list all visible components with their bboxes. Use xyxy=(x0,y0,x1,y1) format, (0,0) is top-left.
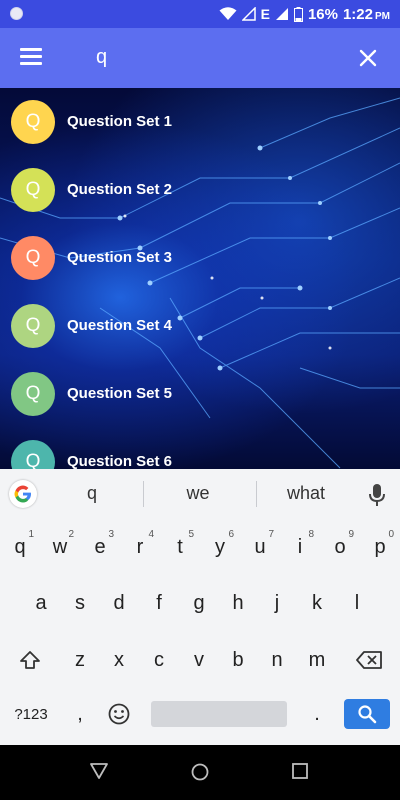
emoji-icon xyxy=(108,703,130,725)
key-s[interactable]: s xyxy=(62,581,98,625)
key-b[interactable]: b xyxy=(220,638,256,682)
key-t[interactable]: t5 xyxy=(162,525,198,569)
key-c[interactable]: c xyxy=(141,638,177,682)
key-d[interactable]: d xyxy=(101,581,137,625)
key-o[interactable]: o9 xyxy=(322,525,358,569)
status-icons: E 16% 1:22 PM xyxy=(219,5,390,23)
list-item-label: Question Set 5 xyxy=(67,385,173,402)
question-set-list: Q Question Set 1 Q Question Set 2 Q Ques… xyxy=(0,88,400,469)
menu-icon[interactable] xyxy=(20,48,42,68)
back-icon[interactable] xyxy=(90,763,108,779)
google-icon[interactable] xyxy=(9,480,37,508)
search-input[interactable]: q xyxy=(96,46,107,69)
shift-key[interactable] xyxy=(12,638,48,682)
key-k[interactable]: k xyxy=(299,581,335,625)
microphone-icon[interactable] xyxy=(368,483,386,507)
key-r[interactable]: r4 xyxy=(122,525,158,569)
battery-icon xyxy=(293,6,303,22)
key-w[interactable]: w2 xyxy=(42,525,78,569)
key-j[interactable]: j xyxy=(259,581,295,625)
avatar: Q xyxy=(11,236,55,280)
search-icon xyxy=(358,705,377,724)
key-y[interactable]: y6 xyxy=(202,525,238,569)
list-item[interactable]: Q Question Set 4 xyxy=(0,292,400,360)
notification-icon xyxy=(10,7,23,20)
suggestion-strip: q we what xyxy=(0,469,400,520)
backspace-icon xyxy=(356,651,382,669)
status-bar: E 16% 1:22 PM xyxy=(0,0,400,28)
clock: 1:22 xyxy=(342,5,373,23)
list-item-label: Question Set 6 xyxy=(67,453,173,469)
key-a[interactable]: a xyxy=(23,581,59,625)
avatar: Q xyxy=(11,440,55,469)
avatar: Q xyxy=(11,372,55,416)
wifi-icon xyxy=(219,7,237,20)
list-item-label: Question Set 4 xyxy=(67,317,173,334)
emoji-key[interactable] xyxy=(101,692,137,736)
home-icon[interactable] xyxy=(191,763,209,781)
avatar: Q xyxy=(11,100,55,144)
key-q[interactable]: q1 xyxy=(2,525,38,569)
suggestion-divider xyxy=(143,481,144,507)
key-m[interactable]: m xyxy=(299,638,335,682)
space-key[interactable] xyxy=(151,701,287,727)
suggestion-q[interactable]: q xyxy=(72,483,112,504)
key-p[interactable]: p0 xyxy=(362,525,398,569)
period-key[interactable]: . xyxy=(299,692,335,736)
list-item-label: Question Set 2 xyxy=(67,181,173,198)
shift-icon xyxy=(20,651,40,669)
suggestion-what[interactable]: what xyxy=(276,483,336,504)
key-h[interactable]: h xyxy=(220,581,256,625)
close-icon[interactable] xyxy=(356,46,380,70)
key-f[interactable]: f xyxy=(141,581,177,625)
key-l[interactable]: l xyxy=(339,581,375,625)
key-v[interactable]: v xyxy=(181,638,217,682)
cell-signal-icon xyxy=(241,7,256,21)
symbols-key[interactable]: ?123 xyxy=(8,701,54,727)
list-item-label: Question Set 3 xyxy=(67,249,173,266)
suggestion-divider xyxy=(256,481,257,507)
key-i[interactable]: i8 xyxy=(282,525,318,569)
navigation-bar xyxy=(0,745,400,800)
battery-percent: 16% xyxy=(307,5,338,23)
list-item[interactable]: Q Question Set 1 xyxy=(0,88,400,156)
clock-ampm: PM xyxy=(375,10,390,22)
recents-icon[interactable] xyxy=(292,763,308,779)
list-item-label: Question Set 1 xyxy=(67,113,173,130)
avatar: Q xyxy=(11,304,55,348)
list-item[interactable]: Q Question Set 2 xyxy=(0,156,400,224)
avatar: Q xyxy=(11,168,55,212)
key-e[interactable]: e3 xyxy=(82,525,118,569)
keyboard: q1 w2 e3 r4 t5 y6 u7 i8 o9 p0 a s d f g … xyxy=(0,519,400,745)
app-bar: q xyxy=(0,28,400,88)
list-item[interactable]: Q Question Set 5 xyxy=(0,360,400,428)
key-z[interactable]: z xyxy=(62,638,98,682)
key-u[interactable]: u7 xyxy=(242,525,278,569)
key-x[interactable]: x xyxy=(101,638,137,682)
cell-signal-icon-2 xyxy=(275,8,288,20)
suggestion-we[interactable]: we xyxy=(170,483,226,504)
backspace-key[interactable] xyxy=(349,638,389,682)
list-item[interactable]: Q Question Set 3 xyxy=(0,224,400,292)
list-item[interactable]: Q Question Set 6 xyxy=(0,428,400,469)
key-g[interactable]: g xyxy=(181,581,217,625)
comma-key[interactable]: , xyxy=(62,692,98,736)
key-n[interactable]: n xyxy=(259,638,295,682)
network-type-label: E xyxy=(260,6,270,22)
search-enter-key[interactable] xyxy=(344,699,390,729)
